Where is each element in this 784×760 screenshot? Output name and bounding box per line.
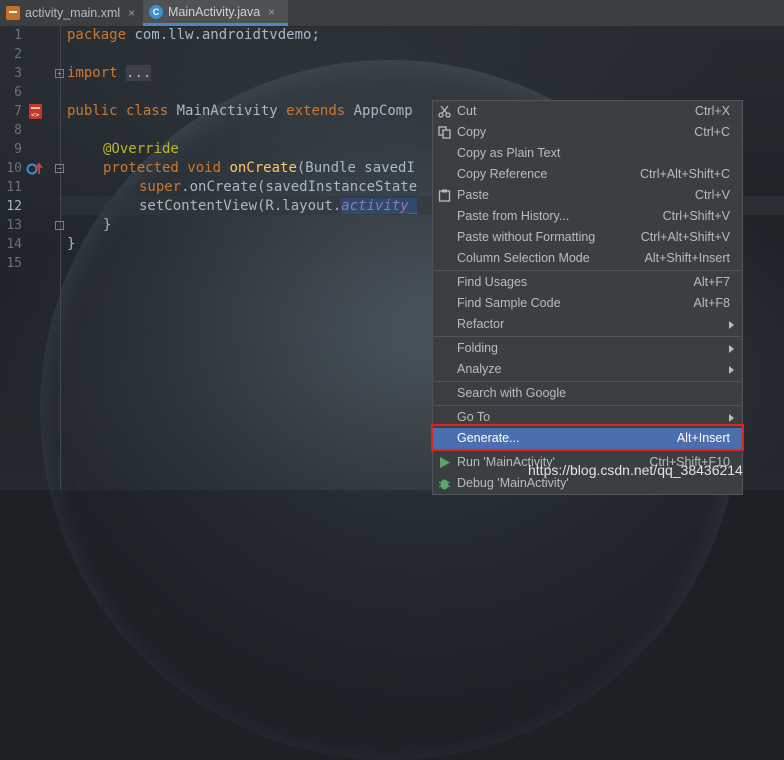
line-number: 15: [6, 256, 22, 271]
code-line-10[interactable]: protected void onCreate(Bundle savedI: [103, 159, 415, 178]
menu-item-find-usages[interactable]: Find Usages Alt+F7: [433, 272, 742, 293]
menu-item-folding[interactable]: Folding: [433, 338, 742, 359]
tab-activity-main-xml[interactable]: activity_main.xml ×: [0, 0, 143, 26]
menu-item-paste-without-formatting[interactable]: Paste without Formatting Ctrl+Alt+Shift+V: [433, 227, 742, 248]
debug-icon: [438, 479, 451, 490]
line-number: 13: [6, 218, 22, 233]
scissors-icon: [438, 105, 451, 118]
line-number: 9: [14, 142, 22, 157]
menu-item-copy-reference[interactable]: Copy Reference Ctrl+Alt+Shift+C: [433, 164, 742, 185]
svg-text:<>: <>: [31, 111, 39, 119]
submenu-arrow-icon: [729, 366, 734, 374]
tab-label: MainActivity.java: [168, 4, 261, 19]
code-line-7[interactable]: public class MainActivity extends AppCom…: [67, 102, 413, 121]
menu-item-find-sample-code[interactable]: Find Sample Code Alt+F8: [433, 293, 742, 314]
menu-separator: [434, 381, 741, 382]
editor-gutter: 1 2 3 6 7 8 9 10 11 12 13 14 15 + − <>: [0, 26, 64, 490]
fold-expand-icon[interactable]: +: [55, 69, 64, 78]
submenu-arrow-icon: [729, 345, 734, 353]
menu-item-copy-plain-text[interactable]: Copy as Plain Text: [433, 143, 742, 164]
close-icon[interactable]: ×: [128, 6, 135, 20]
line-number: 7: [14, 104, 22, 119]
line-number-current: 12: [6, 199, 22, 214]
submenu-arrow-icon: [729, 414, 734, 422]
paste-icon: [438, 189, 451, 202]
xml-file-icon: [6, 6, 20, 20]
menu-separator: [434, 270, 741, 271]
code-line-3[interactable]: import ...: [67, 64, 152, 83]
code-line-13[interactable]: }: [103, 216, 111, 235]
selected-text: activity_: [341, 198, 418, 214]
line-number: 10: [6, 161, 22, 176]
override-method-icon[interactable]: [26, 161, 44, 177]
menu-item-analyze[interactable]: Analyze: [433, 359, 742, 380]
line-number: 8: [14, 123, 22, 138]
menu-item-cut[interactable]: Cut Ctrl+X: [433, 101, 742, 122]
code-line-11[interactable]: super.onCreate(savedInstanceState: [139, 178, 417, 197]
copy-icon: [438, 126, 451, 139]
line-number: 2: [14, 47, 22, 62]
menu-item-paste[interactable]: Paste Ctrl+V: [433, 185, 742, 206]
submenu-arrow-icon: [729, 321, 734, 329]
java-class-icon: C: [149, 4, 163, 19]
line-number: 6: [14, 85, 22, 100]
line-number: 3: [14, 66, 22, 81]
run-icon: [440, 457, 450, 468]
code-line-12[interactable]: setContentView(R.layout.activity_: [139, 197, 418, 216]
fold-collapse-icon[interactable]: −: [55, 164, 64, 173]
line-number: 14: [6, 237, 22, 252]
fold-end-icon[interactable]: [55, 221, 64, 230]
tab-main-activity-java[interactable]: C MainActivity.java ×: [143, 0, 288, 26]
menu-item-copy[interactable]: Copy Ctrl+C: [433, 122, 742, 143]
menu-separator: [434, 336, 741, 337]
editor-tab-bar: activity_main.xml × C MainActivity.java …: [0, 0, 784, 27]
code-line-1[interactable]: package com.llw.androidtvdemo;: [67, 26, 320, 45]
tab-label: activity_main.xml: [25, 6, 121, 20]
close-icon[interactable]: ×: [268, 5, 275, 19]
code-line-14[interactable]: }: [67, 235, 75, 254]
watermark-text: https://blog.csdn.net/qq_38436214: [528, 462, 743, 478]
menu-item-column-selection-mode[interactable]: Column Selection Mode Alt+Shift+Insert: [433, 248, 742, 269]
line-number: 1: [14, 28, 22, 43]
code-line-9[interactable]: @Override: [103, 140, 179, 159]
layout-file-icon[interactable]: <>: [27, 103, 45, 121]
folded-imports: ...: [126, 65, 152, 81]
annotation-highlight-box: [431, 424, 744, 451]
menu-item-paste-from-history[interactable]: Paste from History... Ctrl+Shift+V: [433, 206, 742, 227]
line-number: 11: [6, 180, 22, 195]
menu-item-refactor[interactable]: Refactor: [433, 314, 742, 335]
menu-item-search-with-google[interactable]: Search with Google: [433, 383, 742, 404]
menu-separator: [434, 405, 741, 406]
